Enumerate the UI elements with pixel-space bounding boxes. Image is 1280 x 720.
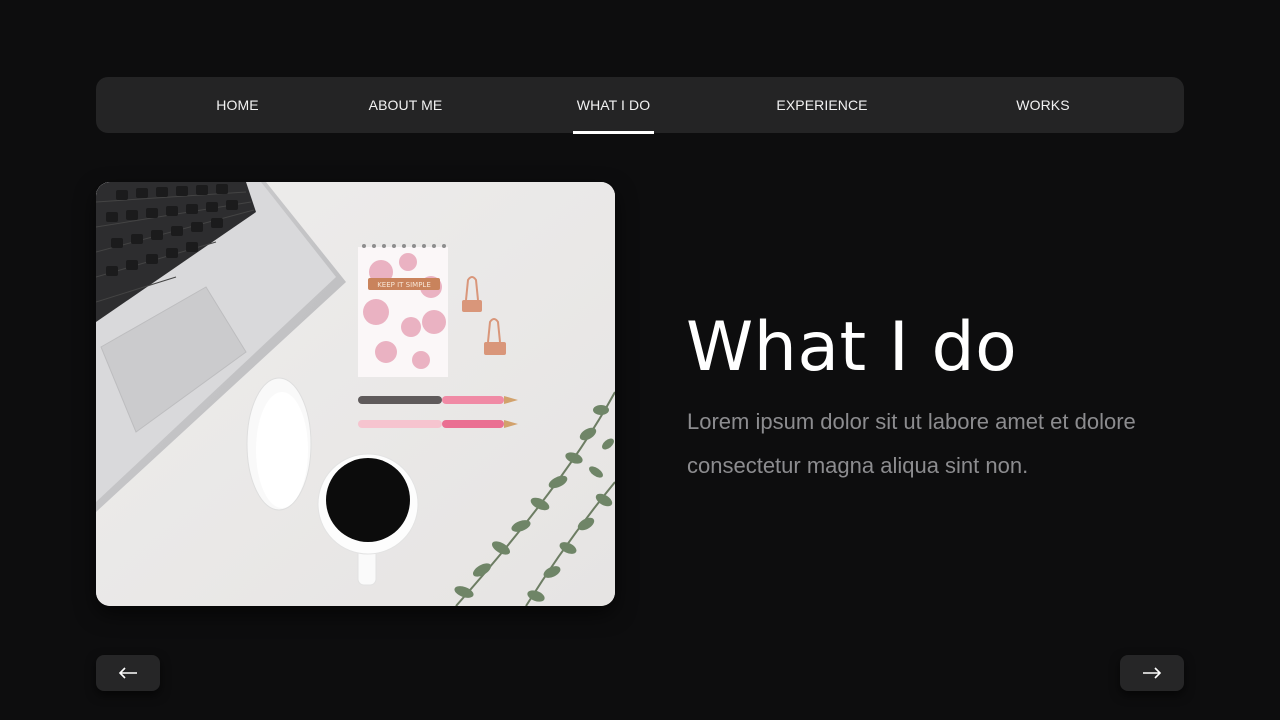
prev-button[interactable] — [96, 655, 160, 691]
arrow-right-icon — [1143, 667, 1162, 679]
next-button[interactable] — [1120, 655, 1184, 691]
page-title: What I do — [686, 308, 1018, 387]
hero-photo: KEEP IT SIMPLE — [96, 182, 615, 606]
page: HOME ABOUT ME WHAT I DO EXPERIENCE WORKS — [0, 0, 1280, 720]
nav-item-works[interactable]: WORKS — [1016, 77, 1070, 133]
notebook: KEEP IT SIMPLE — [358, 244, 448, 377]
notebook-text: KEEP IT SIMPLE — [377, 281, 431, 289]
nav-item-experience[interactable]: EXPERIENCE — [776, 77, 867, 133]
nav-item-home[interactable]: HOME — [214, 77, 261, 133]
arrow-left-icon — [118, 667, 137, 679]
mouse — [246, 377, 312, 511]
nav-item-about-me[interactable]: ABOUT ME — [369, 77, 443, 133]
main-nav: HOME ABOUT ME WHAT I DO EXPERIENCE WORKS — [96, 77, 1184, 134]
nav-item-what-i-do[interactable]: WHAT I DO — [573, 77, 654, 134]
intro-paragraph: Lorem ipsum dolor sit ut labore amet et … — [687, 409, 1136, 478]
